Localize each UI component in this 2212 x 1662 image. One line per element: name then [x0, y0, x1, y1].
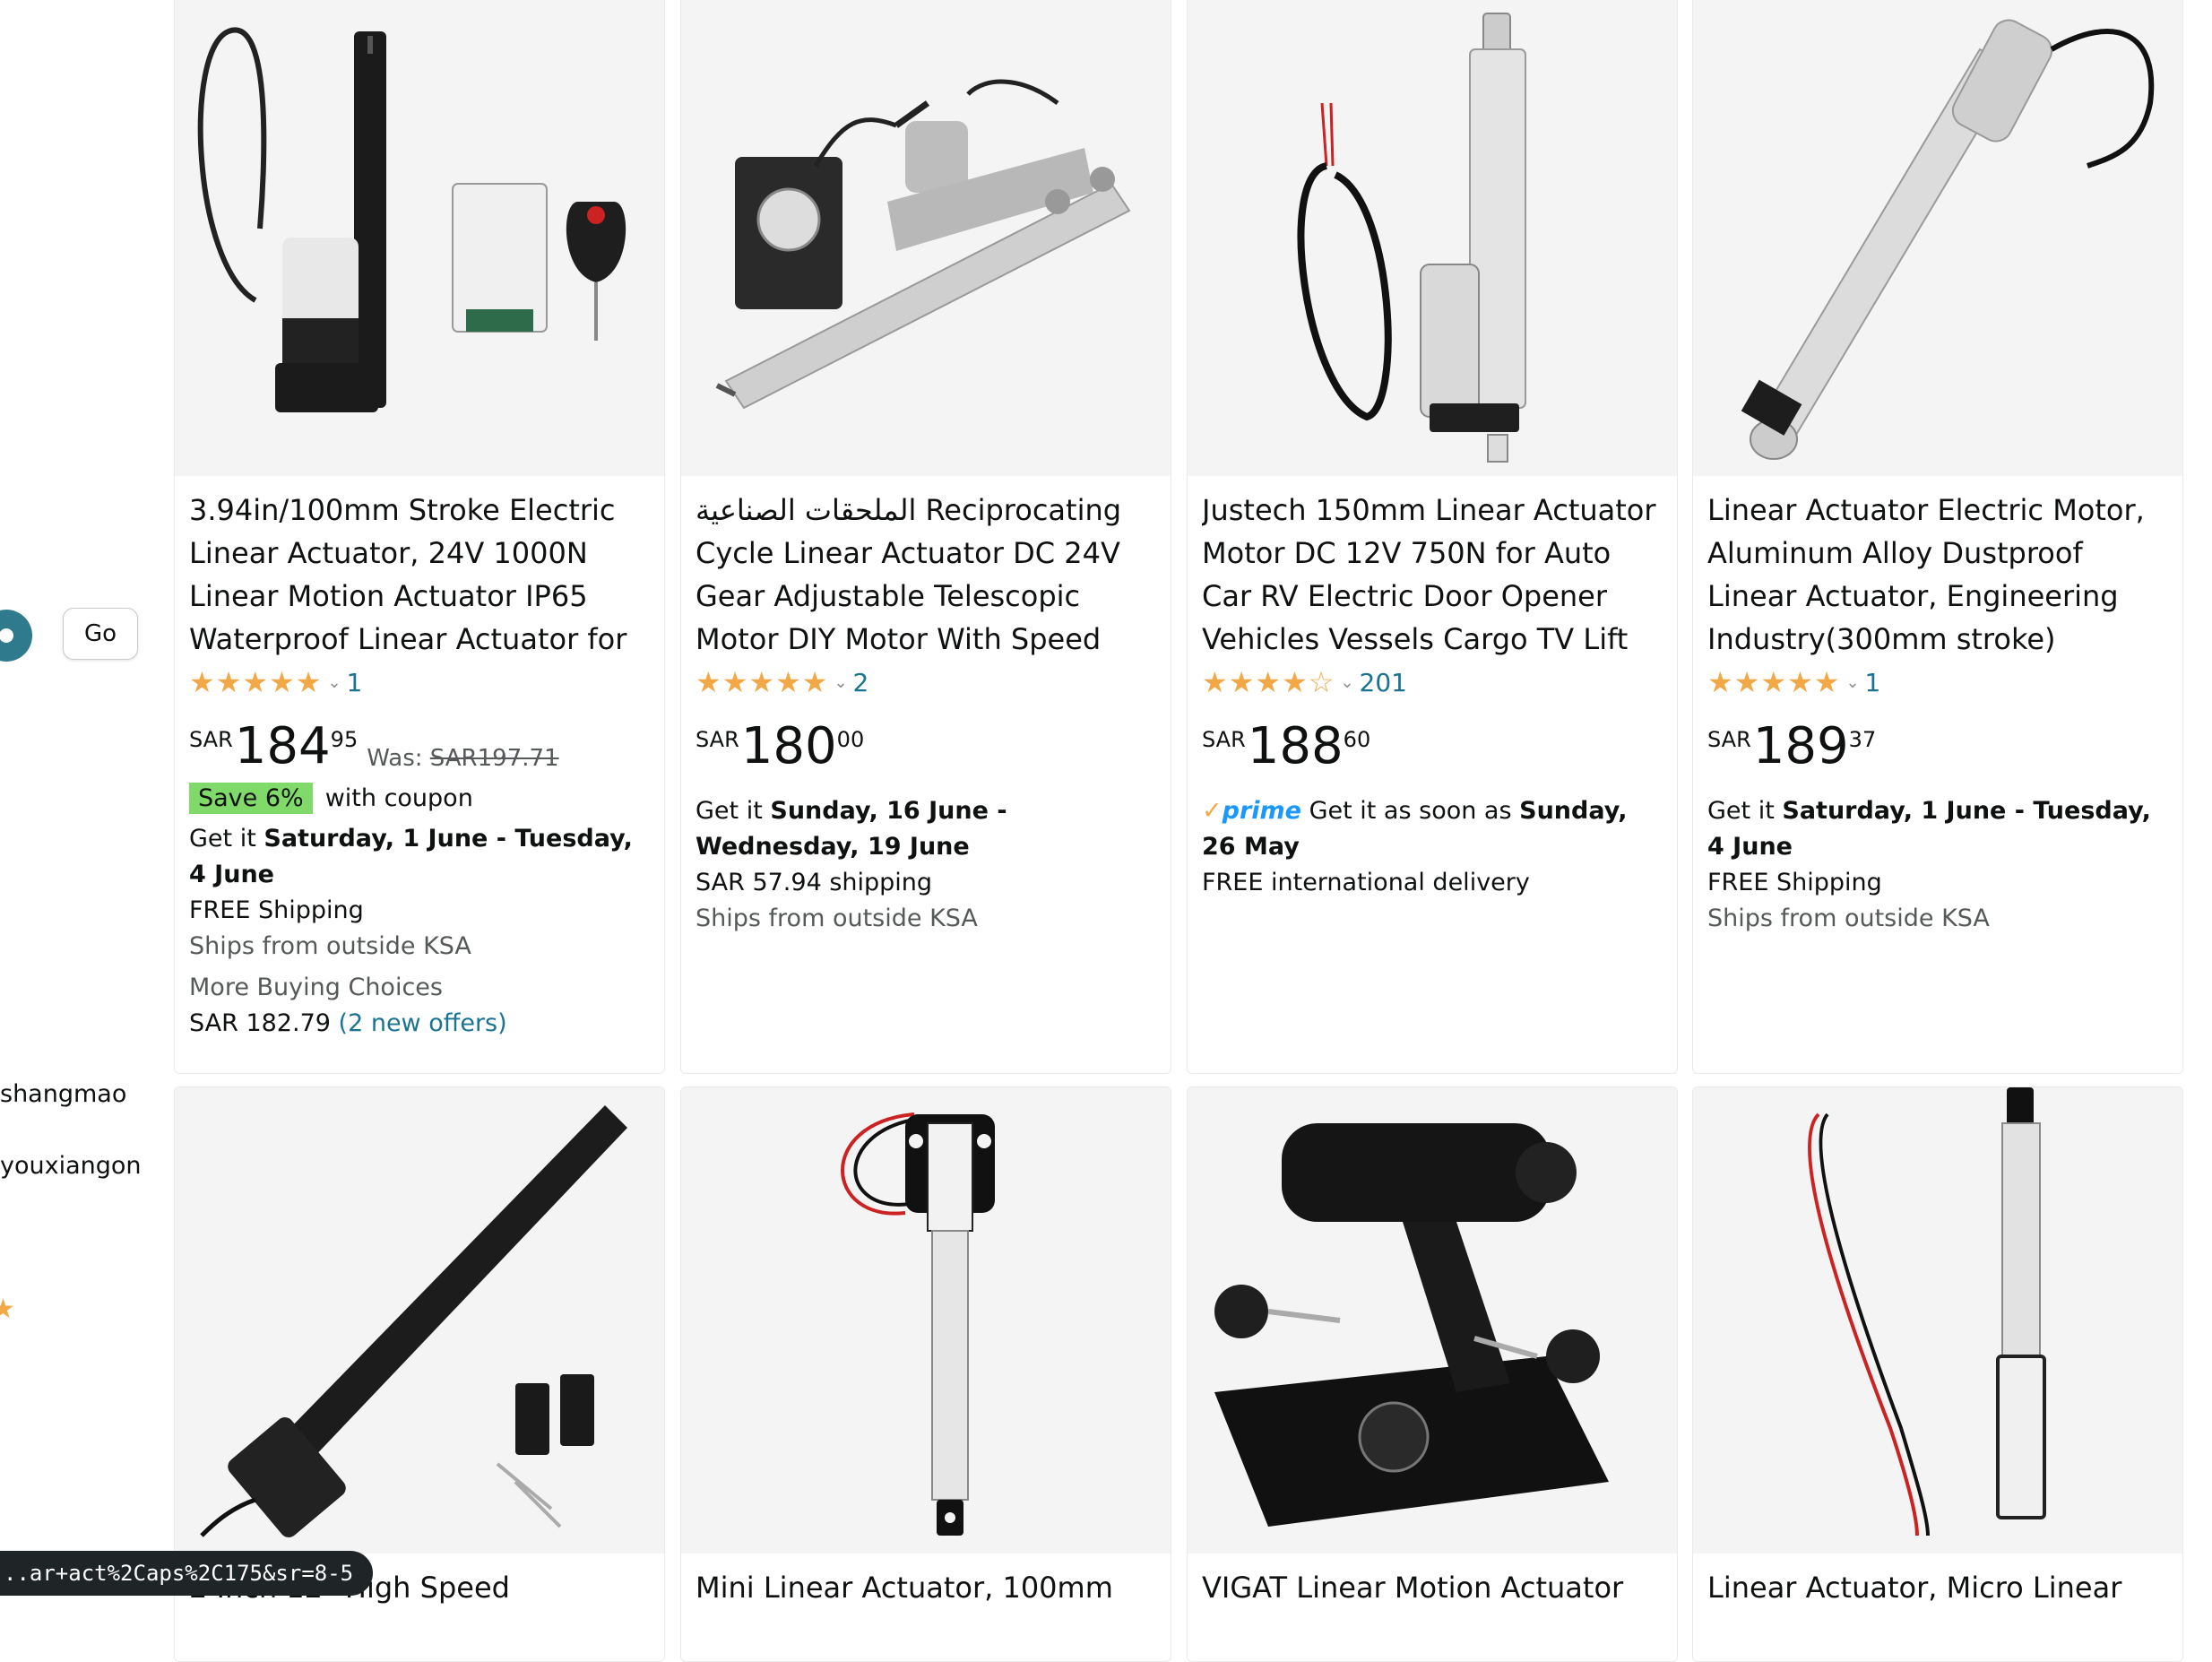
product-image[interactable] — [175, 0, 664, 476]
rating-count[interactable]: 2 — [853, 668, 869, 697]
star-icon[interactable]: ★ — [0, 1294, 15, 1325]
product-image[interactable] — [1693, 0, 2182, 476]
product-image[interactable] — [1693, 1087, 2182, 1554]
product-price[interactable]: SAR 184 95 Was: SAR197.71 — [189, 722, 650, 775]
price-whole: 180 — [740, 717, 837, 775]
rating-count[interactable]: 1 — [1865, 668, 1881, 697]
ships-from: Ships from outside KSA — [189, 932, 471, 960]
price-currency: SAR — [1202, 727, 1246, 752]
price-whole: 184 — [234, 717, 331, 775]
rating-stars[interactable]: ★★★★★ — [1707, 665, 1840, 699]
chevron-down-icon[interactable]: ⌄ — [1340, 673, 1353, 692]
prime-logo: prime — [1222, 797, 1301, 825]
go-button[interactable]: Go — [63, 608, 138, 660]
product-title[interactable]: Mini Linear Actuator, 100mm 12V — [696, 1566, 1156, 1609]
coupon-badge: Save 6% — [189, 783, 313, 814]
delivery-info: Get it Saturday, 1 June - Tuesday, 4 Jun… — [189, 821, 650, 893]
brand-filter-youxiangon[interactable]: youxiangon — [0, 1152, 142, 1180]
product-rating[interactable]: ★★★★★ ⌄ 2 — [696, 661, 1156, 704]
price-currency: SAR — [1707, 727, 1751, 752]
product-card[interactable]: الملحقات الصناعية Reciprocating Cycle Li… — [680, 0, 1171, 1074]
shipping-info: FREE Shipping — [1707, 869, 1882, 896]
price-whole: 189 — [1752, 717, 1849, 775]
price-currency: SAR — [189, 727, 233, 752]
delivery-prefix: Get it — [696, 797, 771, 825]
delivery-prefix: Get it — [189, 825, 264, 853]
price-fraction: 60 — [1343, 727, 1371, 752]
product-title[interactable]: 3.94in/100mm Stroke Electric Linear Actu… — [189, 489, 650, 661]
ships-from: Ships from outside KSA — [696, 905, 978, 932]
product-image[interactable] — [681, 0, 1171, 476]
radio-button[interactable] — [0, 610, 32, 662]
status-bar-url: ..ar+act%2Caps%2C175&sr=8-5 — [0, 1551, 374, 1596]
ships-from: Ships from outside KSA — [1707, 905, 1990, 932]
product-price[interactable]: SAR 189 37 — [1707, 722, 2168, 775]
rating-count[interactable]: 1 — [347, 668, 363, 697]
product-image[interactable] — [1188, 0, 1677, 476]
product-title[interactable]: الملحقات الصناعية Reciprocating Cycle Li… — [696, 489, 1156, 661]
price-fraction: 37 — [1848, 727, 1877, 752]
delivery-info: ✓prime Get it as soon as Sunday, 26 May — [1202, 793, 1663, 865]
shipping-info: FREE Shipping — [189, 896, 364, 924]
was-value: SAR197.71 — [429, 745, 559, 772]
was-price: Was: SAR197.71 — [367, 745, 558, 772]
was-label: Was: — [367, 745, 423, 772]
product-card[interactable]: Linear Actuator Electric Motor, Aluminum… — [1692, 0, 2183, 1074]
product-card[interactable]: Linear Actuator, Micro Linear — [1692, 1086, 2183, 1662]
product-title[interactable]: Linear Actuator Electric Motor, Aluminum… — [1707, 489, 2168, 661]
product-price[interactable]: SAR 180 00 — [696, 722, 1156, 775]
product-card[interactable]: VIGAT Linear Motion Actuator DC — [1187, 1086, 1678, 1662]
price-currency: SAR — [696, 727, 739, 752]
chevron-down-icon[interactable]: ⌄ — [327, 673, 341, 692]
delivery-info: Get it Sunday, 16 June - Wednesday, 19 J… — [696, 793, 1156, 865]
prime-check-icon: ✓ — [1202, 797, 1223, 825]
shipping-info: SAR 57.94 shipping — [696, 869, 933, 896]
price-whole: 188 — [1247, 717, 1344, 775]
delivery-info: Get it Saturday, 1 June - Tuesday, 4 Jun… — [1707, 793, 2168, 865]
chevron-down-icon[interactable]: ⌄ — [1845, 673, 1859, 692]
more-buying-choices: More Buying Choices — [189, 974, 443, 1001]
offer-line: SAR 182.79 (2 new offers) — [189, 1006, 650, 1042]
brand-filter-shangmao[interactable]: shangmao — [0, 1080, 126, 1108]
rating-stars[interactable]: ★★★★★ — [696, 665, 828, 699]
product-rating[interactable]: ★★★★★ ⌄ 1 — [1707, 661, 2168, 704]
product-card[interactable]: Justech 150mm Linear Actuator Motor DC 1… — [1187, 0, 1678, 1074]
product-rating[interactable]: ★★★★☆ ⌄ 201 — [1202, 661, 1663, 704]
shipping-info: FREE international delivery — [1202, 869, 1530, 896]
product-price[interactable]: SAR 188 60 — [1202, 722, 1663, 775]
product-rating[interactable]: ★★★★★ ⌄ 1 — [189, 661, 650, 704]
product-title[interactable]: Justech 150mm Linear Actuator Motor DC 1… — [1202, 489, 1663, 661]
chevron-down-icon[interactable]: ⌄ — [834, 673, 847, 692]
coupon-text: with coupon — [324, 784, 473, 812]
new-offers-link[interactable]: (2 new offers) — [339, 1009, 507, 1037]
price-fraction: 95 — [330, 727, 359, 752]
delivery-prefix: Get it as soon as — [1309, 797, 1520, 825]
product-image[interactable] — [175, 1087, 664, 1554]
product-card[interactable]: Mini Linear Actuator, 100mm 12V — [680, 1086, 1171, 1662]
filter-sidebar: Go shangmao youxiangon ★ — [0, 0, 170, 1614]
product-image[interactable] — [681, 1087, 1171, 1554]
rating-stars[interactable]: ★★★★★ — [189, 665, 322, 699]
coupon: Save 6% with coupon — [189, 783, 650, 814]
delivery-prefix: Get it — [1707, 797, 1783, 825]
rating-count[interactable]: 201 — [1360, 668, 1407, 697]
offer-price: SAR 182.79 — [189, 1009, 331, 1037]
product-title[interactable]: VIGAT Linear Motion Actuator DC — [1202, 1566, 1663, 1609]
product-card[interactable]: 3.94in/100mm Stroke Electric Linear Actu… — [174, 0, 665, 1074]
rating-stars[interactable]: ★★★★☆ — [1202, 665, 1335, 699]
price-fraction: 00 — [836, 727, 865, 752]
product-title[interactable]: Linear Actuator, Micro Linear — [1707, 1566, 2168, 1609]
product-image[interactable] — [1188, 1087, 1677, 1554]
